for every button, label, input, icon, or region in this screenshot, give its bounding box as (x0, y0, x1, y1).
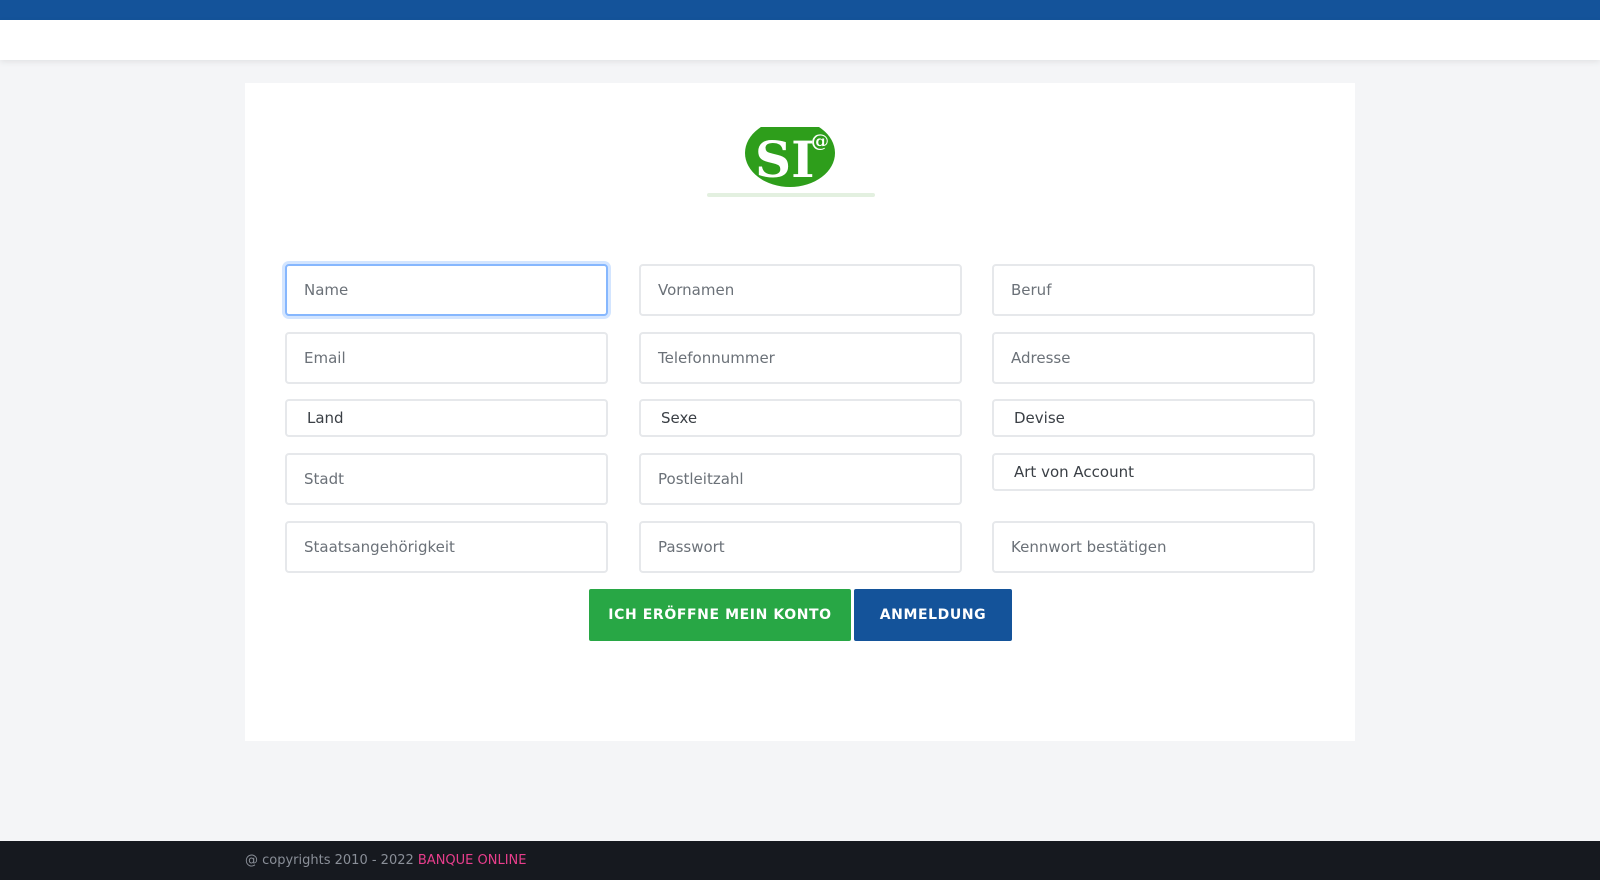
footer: @ copyrights 2010 - 2022 BANQUE ONLINE (0, 841, 1600, 880)
passwort-input[interactable]: Passwort (639, 521, 962, 573)
sexe-select[interactable]: Sexe (639, 399, 962, 437)
login-button[interactable]: ANMELDUNG (854, 589, 1012, 641)
stadt-input[interactable]: Stadt (285, 453, 608, 505)
postleitzahl-input[interactable]: Postleitzahl (639, 453, 962, 505)
email-input[interactable]: Email (285, 332, 608, 384)
svg-text:SI: SI (755, 130, 815, 189)
copyright-text: @ copyrights 2010 - 2022 (245, 853, 418, 868)
adresse-input[interactable]: Adresse (992, 332, 1315, 384)
staatsangehoerigkeit-input[interactable]: Staatsangehörigkeit (285, 521, 608, 573)
footer-brand-link[interactable]: BANQUE ONLINE (418, 853, 527, 868)
top-accent-bar (0, 0, 1600, 20)
telefonnummer-input[interactable]: Telefonnummer (639, 332, 962, 384)
beruf-input[interactable]: Beruf (992, 264, 1315, 316)
kennwort-bestaetigen-input[interactable]: Kennwort bestätigen (992, 521, 1315, 573)
devise-select[interactable]: Devise (992, 399, 1315, 437)
vornamen-input[interactable]: Vornamen (639, 264, 962, 316)
account-type-select[interactable]: Art von Account (992, 453, 1315, 491)
navbar (0, 20, 1600, 60)
land-select[interactable]: Land (285, 399, 608, 437)
svg-text:@: @ (811, 131, 829, 152)
registration-card: SI @ Name Vornamen Beruf Email Telefonnu… (245, 83, 1355, 741)
name-input[interactable]: Name (285, 264, 608, 316)
bank-logo: SI @ (705, 119, 895, 201)
open-account-button[interactable]: ICH ERÖFFNE MEIN KONTO (589, 589, 851, 641)
